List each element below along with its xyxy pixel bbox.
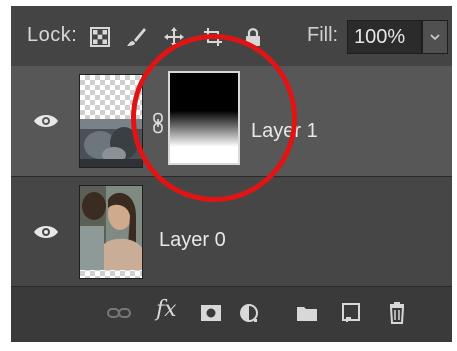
new-group-icon[interactable]	[295, 301, 319, 325]
layer-mask-thumbnail[interactable]	[168, 71, 240, 165]
lock-transparent-pixels-icon[interactable]	[89, 26, 111, 48]
layer-name-layer-0[interactable]: Layer 0	[159, 229, 226, 252]
lock-all-icon[interactable]	[242, 26, 264, 48]
layers-panel: Lock: Fill: 100% Layer 1 Layer 0 fx	[11, 6, 452, 342]
layer-name-layer-1[interactable]: Layer 1	[251, 120, 318, 143]
layer-row-layer-0[interactable]: Layer 0	[11, 177, 452, 287]
layers-footer-toolbar: fx	[11, 287, 452, 342]
chain-link-icon[interactable]	[151, 112, 165, 134]
lock-position-icon[interactable]	[163, 26, 185, 48]
add-mask-icon[interactable]	[199, 301, 223, 325]
new-layer-icon[interactable]	[339, 301, 363, 325]
visibility-eye-icon[interactable]	[33, 223, 59, 241]
fx-icon[interactable]: fx	[156, 297, 177, 322]
lock-bar: Lock: Fill: 100%	[11, 6, 452, 66]
layer-thumbnail[interactable]	[79, 74, 143, 168]
layer-thumbnail[interactable]	[79, 185, 143, 279]
layer-photo-thumbnail	[80, 119, 142, 167]
visibility-eye-icon[interactable]	[33, 112, 59, 130]
adjustment-layer-icon[interactable]	[237, 301, 261, 325]
delete-icon[interactable]	[385, 301, 409, 325]
fill-opacity-input[interactable]: 100%	[347, 20, 422, 54]
fill-dropdown-button[interactable]	[422, 20, 448, 54]
artboard-autonest-icon[interactable]	[202, 26, 224, 48]
chevron-down-icon	[430, 34, 440, 41]
lock-label: Lock:	[27, 24, 78, 46]
layer-row-layer-1[interactable]: Layer 1	[11, 66, 452, 177]
link-layers-icon[interactable]	[107, 301, 131, 325]
fill-label: Fill:	[307, 24, 339, 46]
lock-image-pixels-icon[interactable]	[125, 26, 147, 48]
layer-photo-thumbnail	[80, 186, 142, 270]
